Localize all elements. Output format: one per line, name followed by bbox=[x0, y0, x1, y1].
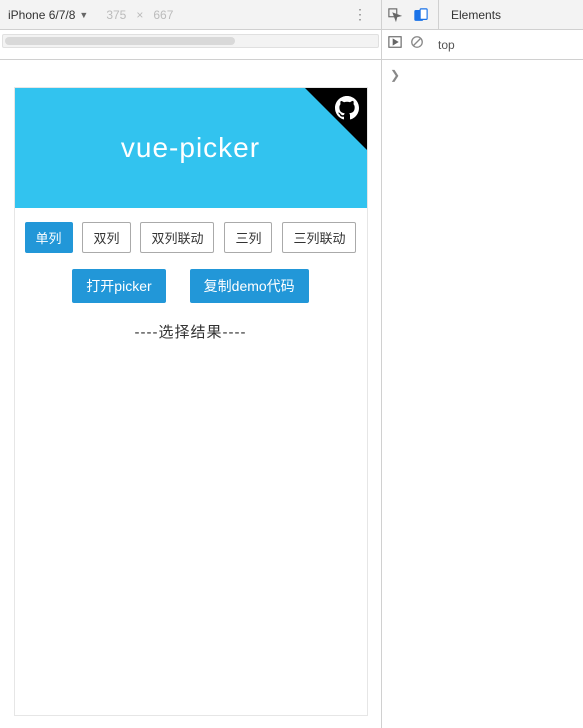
result-label: ----选择结果---- bbox=[15, 321, 367, 342]
tab-elements[interactable]: Elements bbox=[439, 0, 513, 29]
horizontal-scrollbar[interactable] bbox=[2, 34, 379, 48]
more-menu-icon[interactable]: ⋮ bbox=[353, 6, 367, 23]
tab-triple-col[interactable]: 三列 bbox=[224, 222, 272, 253]
clear-console-icon[interactable] bbox=[410, 35, 424, 54]
dimension-x: × bbox=[136, 8, 143, 22]
tab-triple-linked[interactable]: 三列联动 bbox=[282, 222, 356, 253]
copy-demo-button[interactable]: 复制demo代码 bbox=[190, 269, 309, 303]
viewport-width[interactable]: 375 bbox=[106, 8, 126, 22]
device-name: iPhone 6/7/8 bbox=[8, 8, 75, 22]
app-title: vue-picker bbox=[121, 132, 260, 164]
tab-single-col[interactable]: 单列 bbox=[25, 222, 73, 253]
device-dropdown[interactable]: iPhone 6/7/8 ▼ bbox=[0, 8, 88, 22]
expand-caret-icon[interactable]: ❯ bbox=[390, 68, 400, 82]
context-dropdown[interactable]: top bbox=[438, 38, 455, 52]
scrollbar-thumb[interactable] bbox=[5, 37, 235, 45]
execute-icon[interactable] bbox=[388, 35, 402, 54]
open-picker-button[interactable]: 打开picker bbox=[72, 269, 165, 303]
hero-banner: vue-picker bbox=[15, 88, 367, 208]
github-link[interactable] bbox=[335, 96, 359, 125]
chevron-down-icon: ▼ bbox=[79, 10, 88, 20]
viewport-height[interactable]: 667 bbox=[153, 8, 173, 22]
device-preview: vue-picker 单列 双列 双列联动 三列 三列联动 打开picker 复… bbox=[15, 88, 367, 715]
viewport-dimensions: 375 × 667 bbox=[106, 8, 173, 22]
inspect-element-icon[interactable] bbox=[382, 8, 408, 22]
tab-double-col[interactable]: 双列 bbox=[82, 222, 130, 253]
tab-double-linked[interactable]: 双列联动 bbox=[140, 222, 214, 253]
device-toggle-icon[interactable] bbox=[408, 8, 434, 22]
